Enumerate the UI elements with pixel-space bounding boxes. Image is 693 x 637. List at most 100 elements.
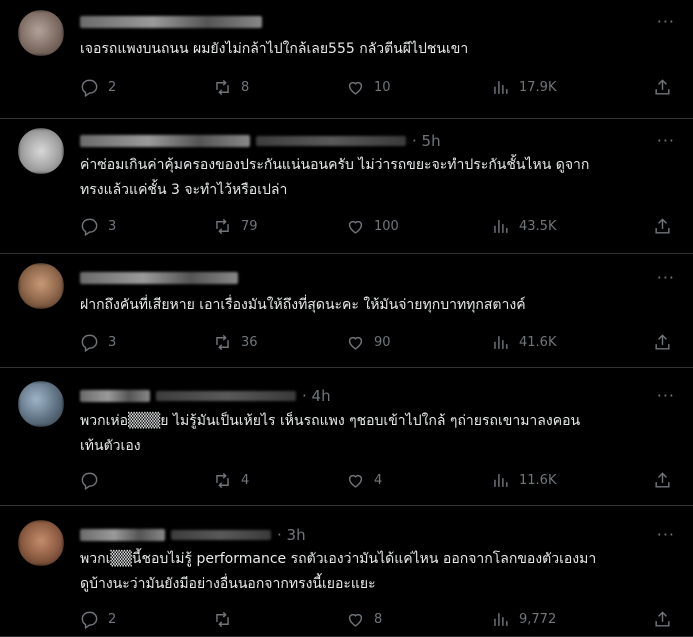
- share-icon: [655, 79, 670, 95]
- share-button[interactable]: [653, 78, 672, 97]
- like-icon: [348, 81, 363, 95]
- avatar[interactable]: [18, 128, 64, 174]
- reply-button[interactable]: [80, 471, 108, 490]
- tweet-actions: 2 8 9,772: [80, 610, 676, 632]
- repost-button[interactable]: 36: [213, 333, 258, 352]
- views-count: 17.9K: [519, 80, 557, 95]
- reply-button[interactable]: 2: [80, 78, 116, 97]
- views-button[interactable]: 11.6K: [491, 471, 556, 490]
- like-button[interactable]: 90: [346, 333, 391, 352]
- user-handle[interactable]: [171, 530, 271, 540]
- views-count: 41.6K: [519, 335, 557, 350]
- display-name[interactable]: [80, 135, 250, 147]
- reply-count: 2: [108, 612, 117, 627]
- like-count: 10: [374, 80, 391, 95]
- timestamp[interactable]: · 5h: [412, 132, 441, 150]
- reply-icon: [81, 611, 98, 629]
- share-icon: [655, 472, 670, 488]
- repost-count: 36: [241, 335, 258, 350]
- tweet[interactable]: ··· ฝากถึงคันที่เสียหาย เอาเรื่องมันให้ถ…: [0, 254, 693, 368]
- more-options-icon[interactable]: ···: [657, 131, 675, 150]
- repost-icon: [216, 611, 229, 628]
- tweet[interactable]: · 3h ··· พวกเ▒▒นี้ชอบไม่รู้ performance …: [0, 506, 693, 637]
- display-name[interactable]: [80, 16, 262, 28]
- tweet[interactable]: · 5h ··· ค่าซ่อมเกินค่าคุ้มครองของประกัน…: [0, 119, 693, 254]
- like-icon: [348, 336, 363, 350]
- views-icon: [494, 474, 508, 487]
- tweet-actions: 3 79 100 43.5K: [80, 217, 676, 239]
- repost-icon: [216, 334, 229, 351]
- user-handle[interactable]: [256, 136, 406, 146]
- views-icon: [494, 220, 508, 233]
- views-button[interactable]: 17.9K: [491, 78, 556, 97]
- like-count: 8: [374, 612, 383, 627]
- views-icon: [494, 336, 508, 349]
- avatar[interactable]: [18, 10, 64, 56]
- views-icon: [494, 613, 508, 626]
- avatar[interactable]: [18, 263, 64, 309]
- like-count: 90: [374, 335, 391, 350]
- reply-count: 3: [108, 335, 117, 350]
- like-icon: [348, 474, 363, 488]
- views-button[interactable]: 41.6K: [491, 333, 556, 352]
- like-count: 100: [374, 219, 399, 234]
- reply-icon: [81, 218, 98, 236]
- more-options-icon[interactable]: ···: [657, 525, 675, 544]
- tweet-actions: 2 8 10 17.9K: [80, 78, 676, 100]
- tweet-text: เจอรถแพงบนถนน ผมยังไม่กล้าไปใกล้เลย555 ก…: [80, 41, 469, 57]
- like-count: 4: [374, 473, 383, 488]
- share-icon: [655, 611, 670, 627]
- share-button[interactable]: [653, 217, 672, 236]
- tweet-header: [80, 12, 268, 32]
- views-icon: [494, 81, 508, 94]
- repost-button[interactable]: [213, 610, 241, 629]
- like-icon: [348, 220, 363, 234]
- tweet-text: พวกเ▒▒นี้ชอบไม่รู้ performance รถตัวเองว…: [80, 551, 597, 592]
- tweet[interactable]: ··· เจอรถแพงบนถนน ผมยังไม่กล้าไปใกล้เลย5…: [0, 0, 693, 119]
- reply-icon: [81, 334, 98, 352]
- timestamp[interactable]: · 3h: [277, 526, 306, 544]
- reply-button[interactable]: 3: [80, 217, 116, 236]
- like-icon: [348, 613, 363, 627]
- views-count: 11.6K: [519, 473, 557, 488]
- share-icon: [655, 334, 670, 350]
- views-button[interactable]: 43.5K: [491, 217, 556, 236]
- repost-button[interactable]: 4: [213, 471, 249, 490]
- reply-count: 3: [108, 219, 117, 234]
- timestamp[interactable]: · 4h: [302, 387, 331, 405]
- display-name[interactable]: [80, 272, 238, 284]
- user-handle[interactable]: [156, 391, 296, 401]
- reply-icon: [81, 79, 98, 97]
- repost-count: 79: [241, 219, 258, 234]
- reply-button[interactable]: 2: [80, 610, 116, 629]
- avatar[interactable]: [18, 520, 64, 566]
- tweet-header: · 5h: [80, 131, 441, 151]
- more-options-icon[interactable]: ···: [657, 386, 675, 405]
- reply-button[interactable]: 3: [80, 333, 116, 352]
- like-button[interactable]: 100: [346, 217, 399, 236]
- like-button[interactable]: 8: [346, 610, 382, 629]
- more-options-icon[interactable]: ···: [657, 268, 675, 287]
- avatar[interactable]: [18, 381, 64, 427]
- repost-icon: [216, 218, 229, 235]
- share-icon: [655, 218, 670, 234]
- repost-icon: [216, 79, 229, 96]
- reply-feed: ··· เจอรถแพงบนถนน ผมยังไม่กล้าไปใกล้เลย5…: [0, 0, 693, 637]
- views-count: 9,772: [519, 612, 557, 627]
- views-button[interactable]: 9,772: [491, 610, 556, 629]
- tweet-header: · 4h: [80, 386, 331, 406]
- like-button[interactable]: 10: [346, 78, 391, 97]
- tweet[interactable]: · 4h ··· พวกเห่อ▒▒▒ย ไม่รู้มันเป็นเห้ยไร…: [0, 368, 693, 506]
- repost-button[interactable]: 8: [213, 78, 249, 97]
- repost-button[interactable]: 79: [213, 217, 258, 236]
- more-options-icon[interactable]: ···: [657, 12, 675, 31]
- tweet-actions: 4 4 11.6K: [80, 471, 676, 493]
- share-button[interactable]: [653, 333, 672, 352]
- like-button[interactable]: 4: [346, 471, 382, 490]
- share-button[interactable]: [653, 471, 672, 490]
- display-name[interactable]: [80, 529, 165, 541]
- tweet-text: ค่าซ่อมเกินค่าคุ้มครองของประกันแน่นอนครั…: [80, 157, 590, 198]
- display-name[interactable]: [80, 390, 150, 402]
- tweet-actions: 3 36 90 41.6K: [80, 333, 676, 355]
- share-button[interactable]: [653, 610, 672, 629]
